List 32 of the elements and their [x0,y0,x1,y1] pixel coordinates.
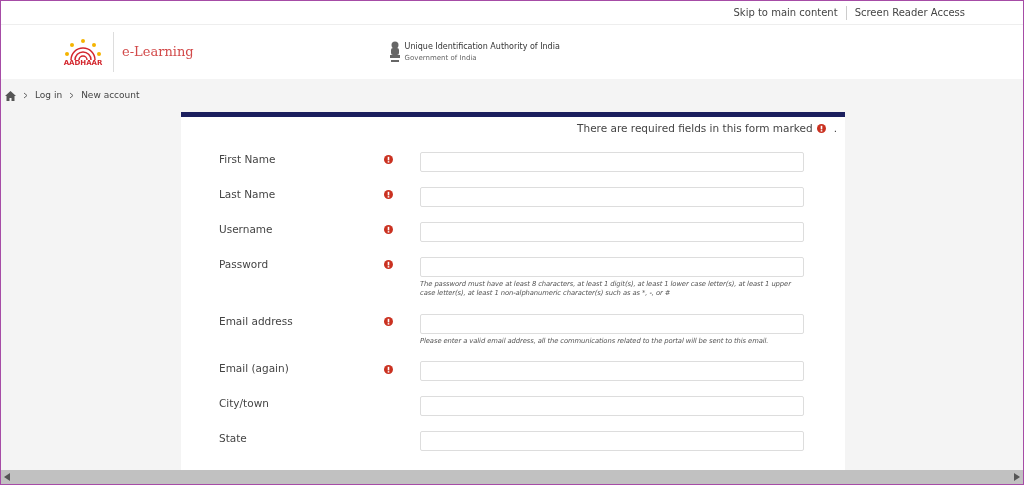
field-label: Email (again) [219,361,290,377]
required-icon [816,124,826,134]
field-label: State [219,431,248,447]
input-field[interactable] [420,431,804,452]
input-field[interactable] [420,151,804,172]
breadcrumb-item[interactable]: Log in [35,88,63,103]
org-name: Unique Identification Authority of India [404,40,560,53]
field-label: Username [219,221,274,237]
input-field[interactable] [420,361,804,382]
top-link[interactable]: Skip to main content [733,5,838,20]
input-field[interactable] [420,256,804,277]
home-icon[interactable] [5,90,16,101]
horizontal-scrollbar[interactable] [1,470,1023,484]
field-label: City/town [219,396,270,412]
top-link[interactable]: Screen Reader Access [854,5,965,20]
field-label: Password [219,256,270,272]
breadcrumb-item: New account [81,88,140,102]
required-notice: There are required fields in this form marked [577,121,813,136]
scroll-left-icon[interactable] [4,473,10,481]
input-field[interactable] [420,221,804,242]
emblem-icon [388,41,401,63]
notice-period: . [833,121,837,136]
field-label: Last Name [219,186,277,202]
input-field[interactable] [420,396,804,417]
field-label: Email address [219,313,294,329]
site-title: e-Learning [122,43,194,62]
chevron-icon [23,92,28,99]
chevron-icon [69,92,75,99]
input-field[interactable] [420,313,804,334]
scroll-right-icon[interactable] [1014,473,1020,481]
input-field[interactable] [420,186,804,207]
field-label: First Name [219,151,277,167]
